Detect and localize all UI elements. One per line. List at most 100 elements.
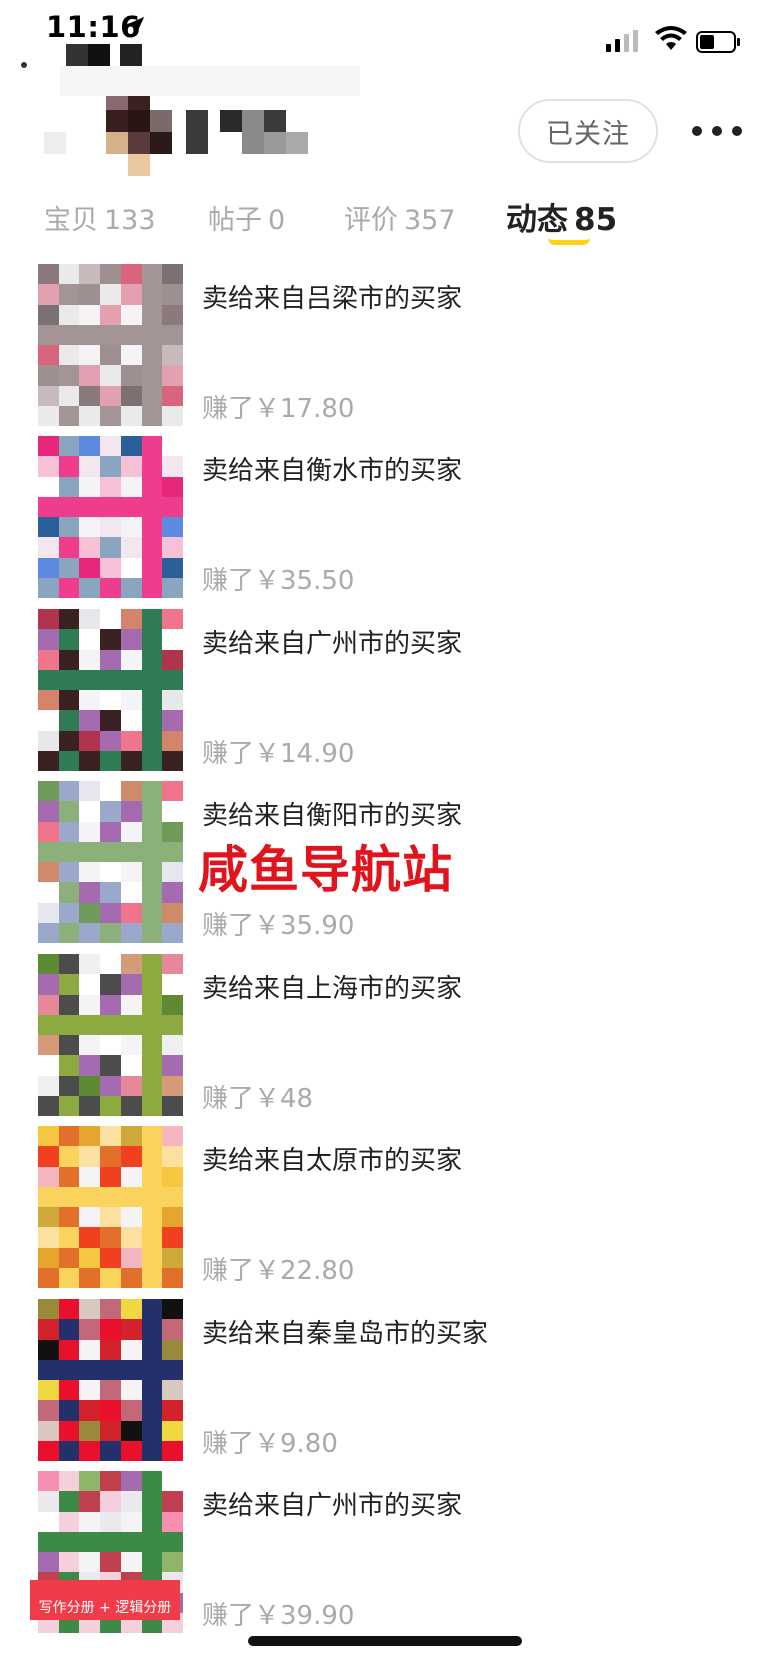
thumbnail-pixel bbox=[162, 781, 183, 802]
thumbnail-pixel bbox=[120, 649, 142, 670]
thumbnail-pixel bbox=[141, 1299, 163, 1320]
thumbnail-pixel bbox=[79, 1339, 101, 1360]
thumbnail-pixel bbox=[79, 284, 101, 305]
thumbnail-pixel bbox=[79, 476, 101, 497]
thumbnail-pixel bbox=[58, 629, 80, 650]
list-item[interactable]: 卖给来自上海市的买家 赚了￥48 bbox=[0, 954, 768, 1116]
tab-posts[interactable]: 帖子 0 bbox=[208, 198, 285, 237]
item-title: 卖给来自上海市的买家 bbox=[202, 974, 463, 1004]
item-earned: 赚了￥17.80 bbox=[202, 394, 355, 424]
thumbnail-pixel bbox=[58, 456, 80, 477]
promo-banner[interactable]: 写作分册 + 逻辑分册 bbox=[30, 1580, 180, 1620]
thumbnail-pixel bbox=[79, 456, 101, 477]
thumbnail-pixel bbox=[100, 730, 121, 751]
list-item[interactable]: 卖给来自广州市的买家 赚了￥14.90 bbox=[0, 609, 768, 771]
thumbnail-pixel bbox=[162, 1186, 183, 1207]
thumbnail-pixel bbox=[100, 1380, 121, 1401]
thumbnail-pixel bbox=[141, 1552, 163, 1573]
thumbnail-pixel bbox=[141, 577, 163, 598]
avatar-pixel bbox=[186, 132, 208, 154]
list-item[interactable]: 卖给来自秦皇岛市的买家 赚了￥9.80 bbox=[0, 1299, 768, 1461]
thumbnail-pixel bbox=[120, 1247, 142, 1268]
thumbnail-pixel bbox=[38, 385, 59, 406]
thumbnail-pixel bbox=[100, 284, 121, 305]
thumbnail-pixel bbox=[141, 841, 163, 862]
avatar-pixel bbox=[128, 110, 150, 132]
thumbnail-pixel bbox=[100, 1339, 121, 1360]
tab-items[interactable]: 宝贝 133 bbox=[44, 198, 156, 237]
thumbnail-pixel bbox=[162, 284, 183, 305]
list-item[interactable]: 卖给来自吕梁市的买家 赚了￥17.80 bbox=[0, 264, 768, 426]
thumbnail-pixel bbox=[38, 882, 59, 903]
thumbnail-pixel bbox=[100, 1471, 121, 1492]
thumbnail-pixel bbox=[79, 385, 101, 406]
thumbnail-pixel bbox=[141, 496, 163, 517]
thumbnail-pixel bbox=[100, 476, 121, 497]
thumbnail-pixel bbox=[38, 1380, 59, 1401]
avatar-pixel bbox=[242, 110, 264, 132]
thumbnail-pixel bbox=[79, 922, 101, 943]
thumbnail-pixel bbox=[162, 1207, 183, 1228]
thumbnail-pixel bbox=[58, 922, 80, 943]
tab-reviews[interactable]: 评价 357 bbox=[344, 198, 456, 237]
follow-button[interactable]: 已关注 bbox=[518, 99, 658, 163]
thumbnail-pixel bbox=[79, 882, 101, 903]
thumbnail-pixel bbox=[162, 517, 183, 538]
thumbnail-pixel bbox=[58, 1552, 80, 1573]
thumbnail-pixel bbox=[162, 710, 183, 731]
thumbnail-pixel bbox=[141, 1491, 163, 1512]
product-thumbnail bbox=[38, 436, 183, 598]
thumbnail-pixel bbox=[100, 304, 121, 325]
thumbnail-pixel bbox=[38, 902, 59, 923]
thumbnail-pixel bbox=[162, 577, 183, 598]
more-dots-icon[interactable] bbox=[692, 116, 742, 146]
thumbnail-pixel bbox=[141, 1146, 163, 1167]
thumbnail-pixel bbox=[79, 862, 101, 883]
thumbnail-pixel bbox=[38, 345, 59, 366]
thumbnail-pixel bbox=[120, 1146, 142, 1167]
tab-activity[interactable]: 动态 85 bbox=[506, 194, 617, 239]
thumbnail-pixel bbox=[141, 1440, 163, 1461]
thumbnail-pixel bbox=[79, 1095, 101, 1116]
thumbnail-pixel bbox=[100, 496, 121, 517]
thumbnail-pixel bbox=[120, 436, 142, 457]
thumbnail-pixel bbox=[162, 821, 183, 842]
thumbnail-pixel bbox=[100, 1511, 121, 1532]
thumbnail-pixel bbox=[120, 365, 142, 386]
thumbnail-pixel bbox=[100, 1035, 121, 1056]
thumbnail-pixel bbox=[162, 385, 183, 406]
thumbnail-pixel bbox=[162, 690, 183, 711]
thumbnail-pixel bbox=[162, 405, 183, 426]
thumbnail-pixel bbox=[79, 1420, 101, 1441]
thumbnail-pixel bbox=[120, 954, 142, 975]
avatar-pixel bbox=[150, 132, 172, 154]
thumbnail-pixel bbox=[162, 862, 183, 883]
list-item[interactable]: 卖给来自衡水市的买家 赚了￥35.50 bbox=[0, 436, 768, 598]
thumbnail-pixel bbox=[38, 922, 59, 943]
thumbnail-pixel bbox=[100, 1207, 121, 1228]
list-item[interactable]: 卖给来自太原市的买家 赚了￥22.80 bbox=[0, 1126, 768, 1288]
thumbnail-pixel bbox=[120, 1299, 142, 1320]
thumbnail-pixel bbox=[79, 1126, 101, 1147]
thumbnail-pixel bbox=[120, 324, 142, 345]
thumbnail-pixel bbox=[120, 801, 142, 822]
thumbnail-pixel bbox=[79, 1531, 101, 1552]
thumbnail-pixel bbox=[141, 1207, 163, 1228]
avatar-pixel bbox=[286, 132, 308, 154]
thumbnail-pixel bbox=[120, 345, 142, 366]
thumbnail-pixel bbox=[38, 1299, 59, 1320]
thumbnail-pixel bbox=[38, 324, 59, 345]
product-thumbnail bbox=[38, 954, 183, 1116]
thumbnail-pixel bbox=[38, 609, 59, 630]
thumbnail-pixel bbox=[58, 345, 80, 366]
thumbnail-pixel bbox=[141, 862, 163, 883]
thumbnail-pixel bbox=[38, 1035, 59, 1056]
thumbnail-pixel bbox=[100, 456, 121, 477]
thumbnail-pixel bbox=[38, 1247, 59, 1268]
thumbnail-pixel bbox=[79, 781, 101, 802]
avatar-pixel bbox=[264, 110, 286, 132]
thumbnail-pixel bbox=[100, 1531, 121, 1552]
thumbnail-pixel bbox=[120, 1440, 142, 1461]
thumbnail-pixel bbox=[100, 1247, 121, 1268]
thumbnail-pixel bbox=[58, 537, 80, 558]
